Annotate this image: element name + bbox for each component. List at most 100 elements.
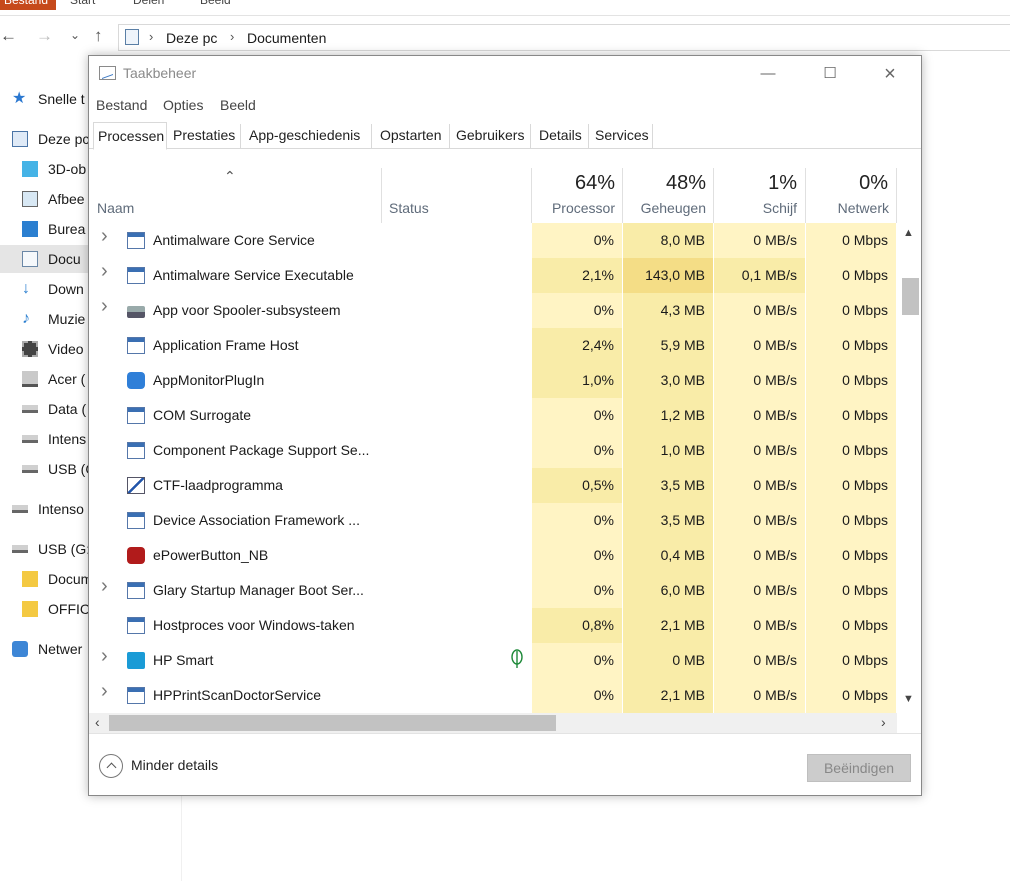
process-name: Component Package Support Se... [153, 442, 370, 458]
expand-chevron-icon[interactable]: › [101, 295, 108, 318]
cpu-total-percent[interactable]: 64% [533, 172, 615, 195]
disk-cell: 0 MB/s [753, 302, 797, 318]
title-bar[interactable]: Taakbeheer — ☐ × [89, 56, 921, 92]
network-cell: 0 Mbps [842, 267, 888, 283]
process-row[interactable]: Application Frame Host 2,4% 5,9 MB 0 MB/s 0 … [89, 328, 897, 363]
process-row[interactable]: COM Surrogate 0% 1,2 MB 0 MB/s 0 Mbps [89, 398, 897, 433]
disk-total-percent[interactable]: 1% [715, 172, 797, 195]
process-name: Hostproces voor Windows-taken [153, 617, 355, 633]
ribbon-tab-start[interactable]: Start [70, 0, 95, 10]
process-name: HP Smart [153, 652, 214, 668]
column-divider[interactable] [622, 168, 623, 223]
nav-item-label: OFFICI [48, 601, 94, 617]
process-row[interactable]: ePowerButton_NB 0% 0,4 MB 0 MB/s 0 Mbps [89, 538, 897, 573]
ribbon-tab-view[interactable]: Beeld [200, 0, 231, 10]
expand-chevron-icon[interactable]: › [101, 260, 108, 283]
forward-arrow-icon[interactable]: → [36, 26, 53, 46]
process-row[interactable]: AppMonitorPlugIn 1,0% 3,0 MB 0 MB/s 0 Mbps [89, 363, 897, 398]
expand-chevron-icon[interactable]: › [101, 680, 108, 703]
menu-options[interactable]: Opties [163, 97, 203, 113]
breadcrumb-this-pc[interactable]: Deze pc [166, 30, 217, 46]
scroll-left-chevron-icon[interactable]: ‹ [95, 714, 100, 730]
process-row[interactable]: › Antimalware Core Service 0% 8,0 MB 0 MB/s 0… [89, 223, 897, 258]
nav-item-label: 3D-ob [48, 161, 87, 177]
vertical-scroll-thumb[interactable] [902, 278, 919, 315]
chevron-right-icon[interactable]: › [149, 29, 153, 44]
process-row[interactable]: › HPPrintScanDoctorService 0% 2,1 MB 0 MB/s 0… [89, 678, 897, 713]
chevron-down-icon[interactable]: ⌄ [70, 28, 80, 42]
process-row[interactable]: › HP Smart 0% 0 MB 0 MB/s 0 Mbps [89, 643, 897, 678]
fewer-details-label[interactable]: Minder details [131, 757, 218, 773]
memory-total-percent[interactable]: 48% [624, 172, 706, 195]
column-divider[interactable] [713, 168, 714, 223]
process-name: HPPrintScanDoctorService [153, 687, 322, 703]
nav-item-label: Acer ( [48, 371, 86, 387]
scroll-down-chevron-icon[interactable]: ▼ [903, 693, 914, 705]
service-window-icon [127, 512, 145, 529]
disk-cell: 0 MB/s [753, 617, 797, 633]
expand-chevron-icon[interactable]: › [101, 225, 108, 248]
process-row[interactable]: › App voor Spooler-subsysteem 0% 4,3 MB 0 MB… [89, 293, 897, 328]
end-task-button[interactable]: Beëindigen [807, 754, 911, 782]
drive-icon [22, 435, 38, 443]
scroll-up-chevron-icon[interactable]: ▲ [903, 227, 914, 239]
column-divider[interactable] [531, 168, 532, 223]
column-divider[interactable] [381, 168, 382, 223]
star-icon: ★ [12, 90, 27, 107]
column-divider[interactable] [805, 168, 806, 223]
nav-item-label: Video [48, 341, 84, 357]
close-button[interactable]: × [867, 56, 913, 92]
tab-processen[interactable]: Processen [93, 122, 167, 150]
process-row[interactable]: CTF-laadprogramma 0,5% 3,5 MB 0 MB/s 0 Mbps [89, 468, 897, 503]
nav-item-label: Intens [48, 431, 87, 447]
minimize-button[interactable]: — [745, 56, 791, 92]
service-window-icon [127, 582, 145, 599]
maximize-button[interactable]: ☐ [807, 56, 853, 92]
process-row[interactable]: Hostproces voor Windows-taken 0,8% 2,1 MB 0… [89, 608, 897, 643]
menu-file[interactable]: Bestand [96, 97, 147, 113]
vertical-scrollbar[interactable]: ▲ ▼ [899, 223, 921, 713]
ribbon-tab-share[interactable]: Delen [133, 0, 164, 10]
cpu-cell: 0% [593, 547, 614, 563]
task-manager-icon [99, 66, 116, 80]
column-processor[interactable]: Processor [533, 200, 615, 216]
process-row[interactable]: › Antimalware Service Executable 2,1% 143,0… [89, 258, 897, 293]
tab-services[interactable]: Services [591, 124, 653, 149]
breadcrumb-documents[interactable]: Documenten [247, 30, 326, 46]
column-name[interactable]: Naam [97, 200, 134, 216]
up-arrow-icon[interactable]: ↑ [94, 26, 103, 46]
tab-details[interactable]: Details [535, 124, 589, 149]
horizontal-scrollbar[interactable]: ‹ › [89, 713, 897, 733]
ribbon-tab-file[interactable]: Bestand [0, 0, 56, 10]
cpu-cell: 0% [593, 582, 614, 598]
network-cell: 0 Mbps [842, 477, 888, 493]
memory-cell: 2,1 MB [660, 687, 705, 703]
nav-item-label: Netwer [38, 641, 83, 657]
tab-opstarten[interactable]: Opstarten [376, 124, 450, 149]
process-row[interactable]: Device Association Framework ... 0% 3,5 MB… [89, 503, 897, 538]
column-network[interactable]: Netwerk [807, 200, 889, 216]
chevron-right-icon[interactable]: › [230, 29, 234, 44]
tab-gebruikers[interactable]: Gebruikers [452, 124, 531, 149]
process-row[interactable]: › Glary Startup Manager Boot Ser... 0% 6,0 … [89, 573, 897, 608]
address-field[interactable]: › Deze pc › Documenten [118, 24, 1010, 51]
column-disk[interactable]: Schijf [715, 200, 797, 216]
horizontal-scroll-thumb[interactable] [109, 715, 556, 731]
process-row[interactable]: Component Package Support Se... 0% 1,0 MB 0… [89, 433, 897, 468]
expand-chevron-icon[interactable]: › [101, 645, 108, 668]
drive-icon [22, 405, 38, 413]
tab-app-geschiedenis[interactable]: App-geschiedenis [245, 124, 372, 149]
column-status[interactable]: Status [389, 200, 429, 216]
nav-item-label: Docum [48, 571, 93, 587]
menu-view[interactable]: Beeld [220, 97, 256, 113]
column-divider[interactable] [896, 168, 897, 223]
scroll-right-chevron-icon[interactable]: › [881, 714, 886, 730]
expand-chevron-icon[interactable]: › [101, 575, 108, 598]
column-memory[interactable]: Geheugen [624, 200, 706, 216]
hp-smart-icon [127, 652, 145, 669]
back-arrow-icon[interactable]: ← [0, 26, 17, 46]
network-total-percent[interactable]: 0% [807, 172, 888, 195]
tab-prestaties[interactable]: Prestaties [169, 124, 241, 149]
folder-icon [22, 571, 38, 587]
chevron-up-circle-icon[interactable] [99, 754, 123, 778]
